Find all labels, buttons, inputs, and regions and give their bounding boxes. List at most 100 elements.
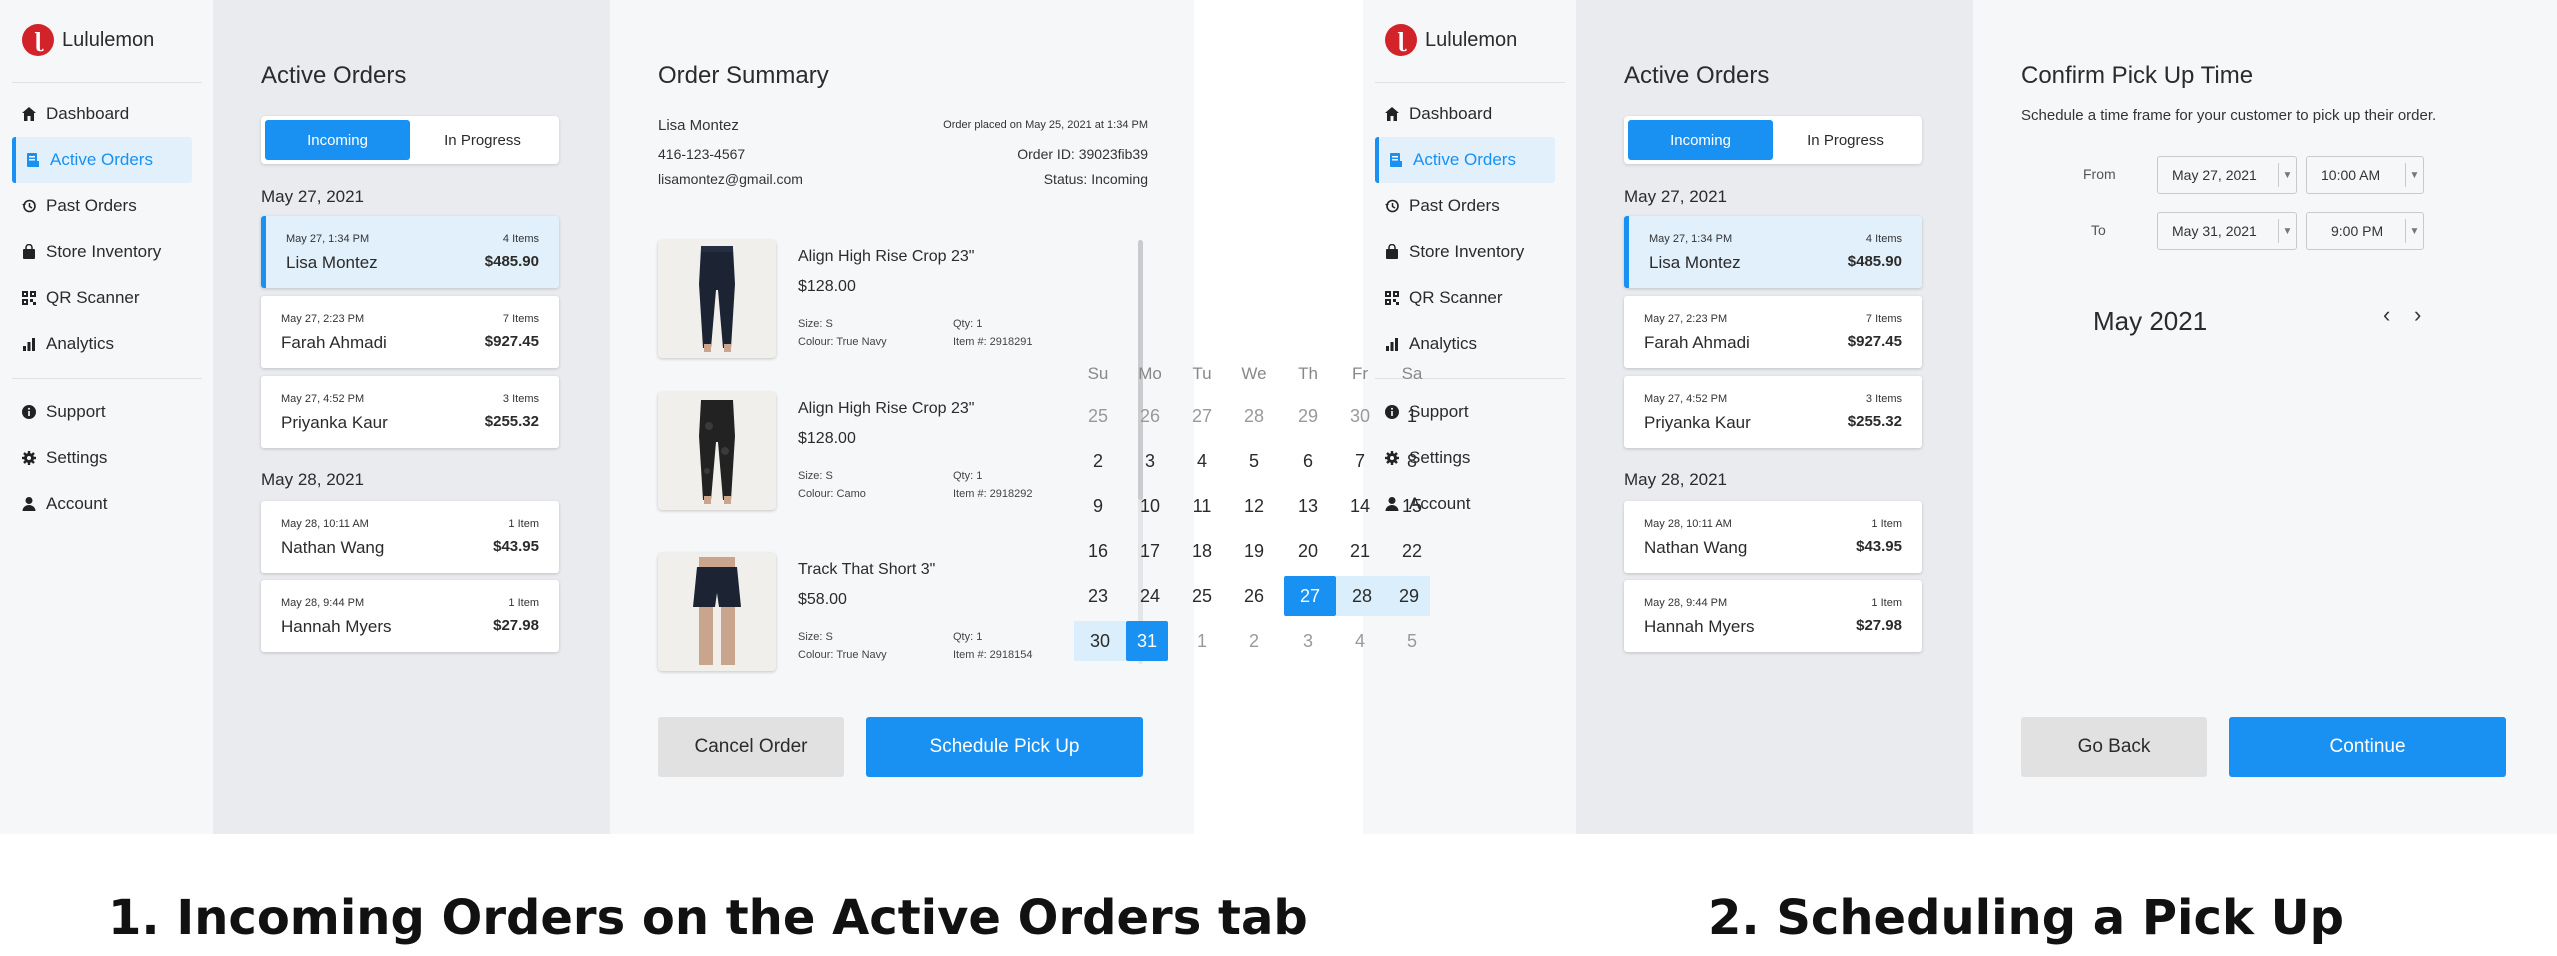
- calendar-day[interactable]: 2: [1078, 441, 1118, 481]
- sidebar-item-dashboard[interactable]: Dashboard: [12, 91, 192, 137]
- order-card[interactable]: May 27, 4:52 PM Priyanka Kaur 3 Items $2…: [1624, 376, 1922, 448]
- from-time-select[interactable]: 10:00 AM ▼: [2306, 156, 2424, 194]
- calendar-day[interactable]: 14: [1340, 486, 1380, 526]
- calendar-day[interactable]: 10: [1130, 486, 1170, 526]
- order-card[interactable]: May 27, 2:23 PM Farah Ahmadi 7 Items $92…: [1624, 296, 1922, 368]
- calendar-day[interactable]: 6: [1288, 441, 1328, 481]
- gear-icon: [12, 450, 46, 466]
- to-time-select[interactable]: 9:00 PM ▼: [2306, 212, 2424, 250]
- sidebar-item-analytics[interactable]: Analytics: [12, 321, 192, 367]
- brand-logo[interactable]: ɭ Lululemon: [22, 24, 154, 56]
- product-size: Size: S: [798, 631, 833, 643]
- schedule-pickup-button[interactable]: Schedule Pick Up: [866, 717, 1143, 777]
- sidebar-item-label: Active Orders: [50, 150, 153, 169]
- order-status-tabs: Incoming In Progress: [261, 116, 559, 164]
- from-date-value: May 27, 2021: [2172, 167, 2257, 183]
- tab-in-progress[interactable]: In Progress: [410, 120, 555, 160]
- order-card[interactable]: May 28, 10:11 AM Nathan Wang 1 Item $43.…: [261, 501, 559, 573]
- sidebar-item-support[interactable]: Support: [12, 389, 192, 435]
- calendar-day[interactable]: 21: [1340, 531, 1380, 571]
- chevron-left-icon[interactable]: ‹: [2383, 302, 2390, 328]
- calendar-day: 27: [1191, 405, 1213, 426]
- product-colour: Colour: True Navy: [798, 649, 887, 661]
- sidebar-item-past-orders[interactable]: Past Orders: [1375, 183, 1555, 229]
- brand-logo[interactable]: ɭ Lululemon: [1385, 24, 1517, 56]
- item-count: 4 Items: [502, 233, 539, 245]
- calendar-day[interactable]: 1: [1392, 396, 1432, 436]
- calendar-day[interactable]: 11: [1182, 486, 1222, 526]
- tab-incoming[interactable]: Incoming: [265, 120, 410, 160]
- order-card[interactable]: May 28, 9:44 PM Hannah Myers 1 Item $27.…: [261, 580, 559, 652]
- calendar-day[interactable]: 15: [1392, 486, 1432, 526]
- order-card[interactable]: May 28, 10:11 AM Nathan Wang 1 Item $43.…: [1624, 501, 1922, 573]
- calendar-day[interactable]: 7: [1340, 441, 1380, 481]
- calendar-day[interactable]: 27: [1284, 576, 1336, 616]
- order-card[interactable]: May 27, 1:34 PM Lisa Montez 4 Items $485…: [261, 216, 559, 288]
- to-label: To: [2091, 222, 2106, 238]
- calendar-day: 4: [1354, 630, 1365, 651]
- calendar-day[interactable]: 30: [1074, 621, 1126, 661]
- calendar-day[interactable]: 3: [1130, 441, 1170, 481]
- calendar-day: 30: [1349, 405, 1371, 426]
- order-card[interactable]: May 27, 4:52 PM Priyanka Kaur 3 Items $2…: [261, 376, 559, 448]
- go-back-button[interactable]: Go Back: [2021, 717, 2207, 777]
- sidebar-item-label: Store Inventory: [1409, 242, 1525, 261]
- calendar-day[interactable]: 13: [1288, 486, 1328, 526]
- calendar-day[interactable]: 17: [1130, 531, 1170, 571]
- product-price: $128.00: [798, 278, 856, 295]
- calendar-day[interactable]: 29: [1388, 576, 1430, 616]
- product-price: $58.00: [798, 591, 847, 608]
- chevron-down-icon: ▼: [2278, 219, 2296, 243]
- item-count: 1 Item: [508, 518, 539, 530]
- order-total: $255.32: [1847, 413, 1902, 430]
- calendar-day[interactable]: 12: [1234, 486, 1274, 526]
- cancel-order-button[interactable]: Cancel Order: [658, 717, 844, 777]
- calendar-day[interactable]: 19: [1234, 531, 1274, 571]
- calendar-day[interactable]: 8: [1392, 441, 1432, 481]
- calendar-day[interactable]: 25: [1182, 576, 1222, 616]
- sidebar-item-settings[interactable]: Settings: [12, 435, 192, 481]
- chevron-right-icon[interactable]: ›: [2414, 302, 2421, 328]
- sidebar-item-active-orders[interactable]: Active Orders: [12, 137, 192, 183]
- order-time: May 27, 4:52 PM: [1644, 393, 1728, 405]
- product-name: Align High Rise Crop 23": [798, 248, 975, 265]
- calendar-day[interactable]: 22: [1392, 531, 1432, 571]
- calendar-day[interactable]: 28: [1336, 576, 1388, 616]
- sidebar-item-store-inventory[interactable]: Store Inventory: [1375, 229, 1555, 275]
- order-card[interactable]: May 27, 1:34 PM Lisa Montez 4 Items $485…: [1624, 216, 1922, 288]
- sidebar-item-dashboard[interactable]: Dashboard: [1375, 91, 1555, 137]
- calendar-day[interactable]: 16: [1078, 531, 1118, 571]
- continue-button[interactable]: Continue: [2229, 717, 2506, 777]
- calendar-day[interactable]: 5: [1234, 441, 1274, 481]
- sidebar-item-account[interactable]: Account: [12, 481, 192, 527]
- from-date-select[interactable]: May 27, 2021 ▼: [2157, 156, 2297, 194]
- product-name: Track That Short 3": [798, 561, 936, 578]
- tab-in-progress[interactable]: In Progress: [1773, 120, 1918, 160]
- to-date-select[interactable]: May 31, 2021 ▼: [2157, 212, 2297, 250]
- sidebar-item-qr-scanner[interactable]: QR Scanner: [12, 275, 192, 321]
- home-icon: [12, 106, 46, 122]
- order-time: May 27, 1:34 PM: [286, 233, 370, 245]
- calendar-day[interactable]: 31: [1126, 621, 1168, 661]
- calendar-day[interactable]: 26: [1234, 576, 1274, 616]
- history-icon: [12, 198, 46, 214]
- brand-name: Lululemon: [1425, 28, 1518, 51]
- history-icon: [1375, 198, 1409, 214]
- calendar-day[interactable]: 18: [1182, 531, 1222, 571]
- calendar-day[interactable]: 24: [1130, 576, 1170, 616]
- to-time-value: 9:00 PM: [2331, 223, 2384, 239]
- sidebar-item-active-orders[interactable]: Active Orders: [1375, 137, 1555, 183]
- order-card[interactable]: May 27, 2:23 PM Farah Ahmadi 7 Items $92…: [261, 296, 559, 368]
- calendar-day[interactable]: 9: [1078, 486, 1118, 526]
- calendar-day[interactable]: 4: [1182, 441, 1222, 481]
- sidebar-item-store-inventory[interactable]: Store Inventory: [12, 229, 192, 275]
- calendar-day[interactable]: 20: [1288, 531, 1328, 571]
- order-card[interactable]: May 28, 9:44 PM Hannah Myers 1 Item $27.…: [1624, 580, 1922, 652]
- calendar-day[interactable]: 23: [1078, 576, 1118, 616]
- sidebar-item-label: Settings: [46, 448, 108, 467]
- sidebar-divider: [12, 378, 202, 379]
- qr-code-icon: [1375, 290, 1409, 306]
- sidebar-item-past-orders[interactable]: Past Orders: [12, 183, 192, 229]
- tab-incoming[interactable]: Incoming: [1628, 120, 1773, 160]
- sidebar-item-qr-scanner[interactable]: QR Scanner: [1375, 275, 1555, 321]
